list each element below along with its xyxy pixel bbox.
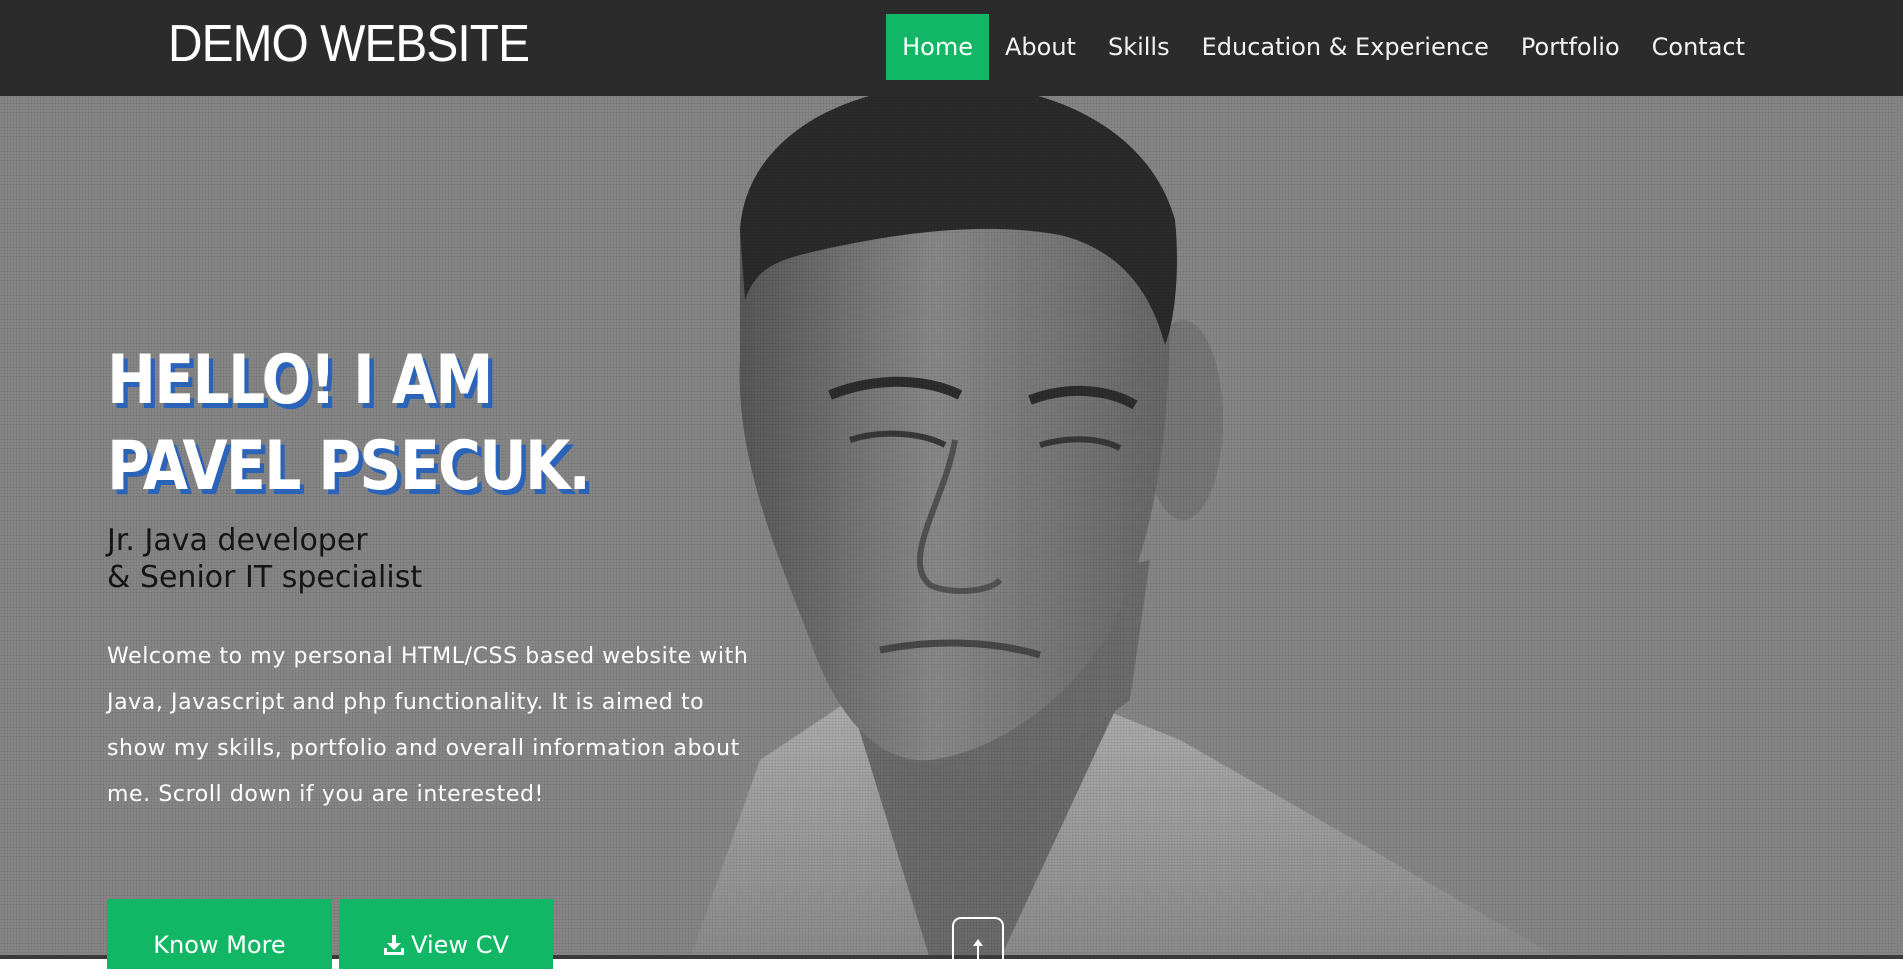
download-icon xyxy=(383,934,405,956)
role-line-1: Jr. Java developer xyxy=(107,523,368,558)
top-navigation-bar: DEMO WEBSITE Home About Skills Education… xyxy=(0,0,1903,96)
view-cv-label: View CV xyxy=(411,931,509,959)
hero-content: HELLO! I AM PAVEL PSECUK. Jr. Java devel… xyxy=(107,338,787,840)
role-line-2: & Senior IT specialist xyxy=(107,560,423,595)
site-brand[interactable]: DEMO WEBSITE xyxy=(168,14,530,74)
nav-item-portfolio[interactable]: Portfolio xyxy=(1505,14,1636,80)
hero-role: Jr. Java developer & Senior IT specialis… xyxy=(107,522,787,596)
hero-headline: HELLO! I AM PAVEL PSECUK. xyxy=(107,338,692,510)
nav-item-home[interactable]: Home xyxy=(886,14,989,80)
nav-item-about[interactable]: About xyxy=(989,14,1092,80)
hero-intro-text: Welcome to my personal HTML/CSS based we… xyxy=(107,644,749,807)
scroll-up-icon[interactable] xyxy=(952,917,1004,977)
main-nav: Home About Skills Education & Experience… xyxy=(886,14,1761,80)
nav-item-contact[interactable]: Contact xyxy=(1636,14,1761,80)
headline-line-1: HELLO! I AM xyxy=(107,341,493,420)
nav-item-education-experience[interactable]: Education & Experience xyxy=(1186,14,1505,80)
nav-item-skills[interactable]: Skills xyxy=(1092,14,1186,80)
headline-line-2: PAVEL PSECUK. xyxy=(107,427,591,506)
